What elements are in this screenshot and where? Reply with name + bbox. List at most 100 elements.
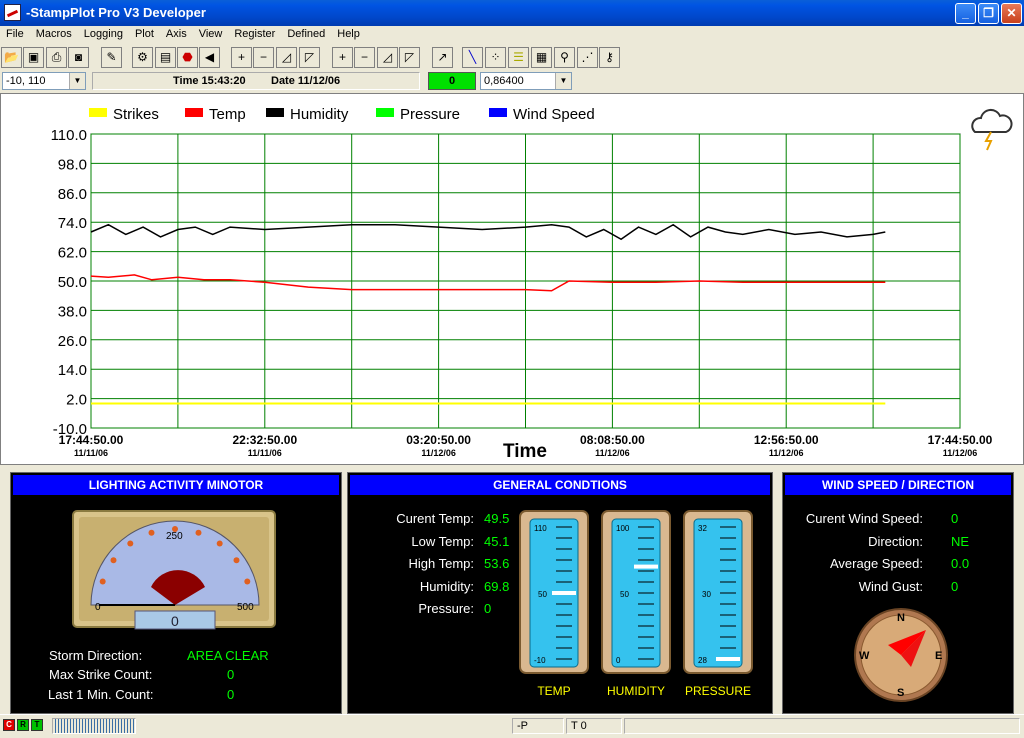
gauge-bottom-label: 0	[616, 656, 621, 665]
menu-macros[interactable]: Macros	[30, 26, 78, 40]
x-tick-time: 17:44:50.00	[928, 433, 993, 447]
points-icon[interactable]: ⁘	[485, 47, 506, 68]
open-icon[interactable]: 📂	[1, 47, 22, 68]
gauge-mid-label: 30	[702, 590, 711, 599]
legend-swatch	[185, 108, 203, 117]
y-tick-label: 98.0	[58, 156, 87, 173]
compass-s: S	[897, 687, 904, 699]
wind-row-label: Average Speed:	[830, 556, 923, 571]
stop-icon[interactable]: ⬣	[177, 47, 198, 68]
menu-help[interactable]: Help	[331, 26, 366, 40]
app-icon[interactable]	[4, 4, 21, 21]
legend-label: Temp	[209, 106, 246, 123]
print-icon[interactable]: ⎙	[46, 47, 67, 68]
gauge-top-label: 100	[616, 524, 630, 533]
monitor-icon[interactable]: ▤	[155, 47, 176, 68]
close-button[interactable]: ✕	[1001, 3, 1022, 24]
legend-label: Pressure	[400, 106, 460, 123]
legend-label: Humidity	[290, 106, 349, 123]
footer-empty	[624, 718, 1020, 734]
expand-y-icon[interactable]: +	[332, 47, 353, 68]
status-bar: C R T -P T 0	[0, 714, 1024, 738]
time-date-box: Time 15:43:20 Date 11/12/06	[92, 72, 420, 90]
menu-plot[interactable]: Plot	[129, 26, 160, 40]
notes-icon[interactable]: ☰	[508, 47, 529, 68]
gauge-level-marker	[634, 564, 658, 569]
probe-icon[interactable]: ⚲	[554, 47, 575, 68]
date-label: Date 11/12/06	[271, 75, 341, 87]
span-value: 0,86400	[484, 75, 524, 87]
minimize-button[interactable]: _	[955, 3, 976, 24]
y-tick-label: 74.0	[58, 215, 87, 232]
scale-down-icon[interactable]: ◸	[399, 47, 420, 68]
dropdown-arrow-icon[interactable]: ▼	[69, 73, 85, 89]
menu-view[interactable]: View	[193, 26, 229, 40]
wind-row-value: 0	[951, 511, 959, 526]
gauge-value: 0	[171, 613, 179, 629]
restore-button[interactable]: ❐	[978, 3, 999, 24]
r-indicator[interactable]: R	[17, 719, 29, 731]
shrink-x-icon[interactable]: −	[253, 47, 274, 68]
y-tick-label: 38.0	[58, 303, 87, 320]
gauge-tick-dot	[195, 529, 202, 536]
legend-swatch	[489, 108, 507, 117]
coord-combo[interactable]: -10, 110 ▼	[2, 72, 86, 90]
camera-icon[interactable]: ◙	[68, 47, 89, 68]
connect-icon[interactable]: ⚙	[132, 47, 153, 68]
title-bar: -StampPlot Pro V3 Developer _ ❐ ✕	[0, 0, 1024, 26]
general-row-label: Low Temp:	[411, 533, 474, 549]
general-row-label: Curent Temp:	[396, 511, 474, 526]
menu-file[interactable]: File	[0, 26, 30, 40]
menu-defined[interactable]: Defined	[281, 26, 331, 40]
key-icon[interactable]: ⚷	[599, 47, 620, 68]
scale-up-icon[interactable]: ◿	[377, 47, 398, 68]
gauge-tick-dot	[110, 557, 117, 564]
slope-up-icon[interactable]: ◿	[276, 47, 297, 68]
calculator-icon[interactable]: ▦	[531, 47, 552, 68]
general-panel: GENERAL CONDTIONS Curent Temp: 49.5 Low Te…	[347, 472, 773, 714]
dropdown-arrow-icon[interactable]: ▼	[555, 73, 571, 89]
gauge-tick-dot	[233, 557, 240, 564]
general-row-label: High Temp:	[408, 556, 474, 571]
back-arrow-icon[interactable]: ◀	[199, 47, 220, 68]
menu-logging[interactable]: Logging	[78, 26, 129, 40]
storm-direction-label: Storm Direction:	[49, 648, 143, 663]
y-tick-label: 50.0	[58, 274, 87, 291]
lighting-title: LIGHTING ACTIVITY MINOTOR	[13, 475, 339, 495]
coord-value: -10, 110	[6, 75, 46, 87]
counter-box: 0	[428, 72, 476, 90]
menu-axis[interactable]: Axis	[160, 26, 193, 40]
save-icon[interactable]: ▣	[23, 47, 44, 68]
x-axis-label: Time	[503, 441, 547, 462]
plot-area[interactable]: Strikes Temp Humidity Pressure Wind Speed 110…	[0, 93, 1024, 465]
t-indicator[interactable]: T	[31, 719, 43, 731]
lighting-panel: LIGHTING ACTIVITY MINOTOR 0 250 500 0 St…	[10, 472, 342, 714]
x-tick-time: 03:20:50.00	[406, 433, 471, 447]
x-tick-time: 12:56:50.00	[754, 433, 819, 447]
compass-w: W	[859, 650, 870, 662]
wand-icon[interactable]: ✎	[101, 47, 122, 68]
legend-swatch	[89, 108, 107, 117]
wind-title: WIND SPEED / DIRECTION	[785, 475, 1011, 495]
y-tick-label: 2.0	[66, 392, 87, 409]
span-combo[interactable]: 0,86400 ▼	[480, 72, 572, 90]
plot-icon[interactable]: ↗	[432, 47, 453, 68]
menu-register[interactable]: Register	[228, 26, 281, 40]
general-row-label: Humidity:	[419, 578, 474, 594]
gauge-tick-dot	[244, 578, 251, 585]
gauge-bottom-label: -10	[534, 656, 546, 665]
x-tick-date: 11/12/06	[595, 448, 630, 458]
expand-x-icon[interactable]: +	[231, 47, 252, 68]
general-row-value: 45.1	[484, 533, 510, 549]
storm-direction-value: AREA CLEAR	[187, 648, 269, 663]
window-title: -StampPlot Pro V3 Developer	[26, 5, 206, 20]
bottom-panels: LIGHTING ACTIVITY MINOTOR 0 250 500 0 St…	[0, 466, 1024, 714]
slope-down-icon[interactable]: ◸	[299, 47, 320, 68]
y-tick-label: 62.0	[58, 245, 87, 262]
general-row-value: 53.6	[484, 556, 510, 571]
c-indicator[interactable]: C	[3, 719, 15, 731]
shrink-y-icon[interactable]: −	[354, 47, 375, 68]
general-row-value: 49.5	[484, 511, 510, 526]
chart-icon[interactable]: ⋰	[577, 47, 598, 68]
pen-icon[interactable]: ╲	[462, 47, 483, 68]
